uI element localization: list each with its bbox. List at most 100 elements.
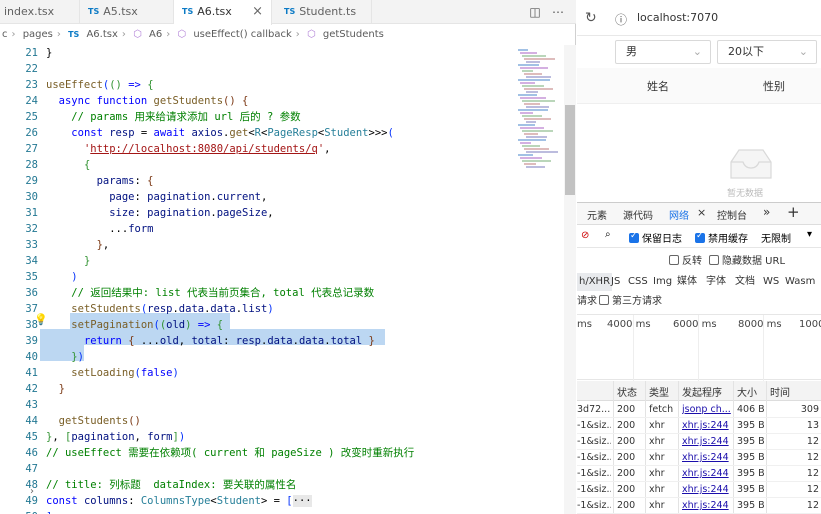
split-editor-icon[interactable]: ◫ [527, 4, 543, 20]
request-name: -1&siz... [577, 452, 611, 463]
filter-fetch-xhr[interactable]: h/XHR [577, 273, 613, 291]
filter-ws[interactable]: WS [763, 273, 779, 291]
tab-a6-tsx[interactable]: TS A6.tsx × [174, 0, 272, 25]
request-status: 200 [617, 404, 636, 415]
throttle-select[interactable]: 无限制 [761, 230, 791, 245]
request-initiator[interactable]: xhr.js:244 [682, 450, 732, 466]
request-type: xhr [649, 436, 665, 447]
line-number: 31 [25, 207, 38, 219]
request-initiator[interactable]: xhr.js:244 [682, 498, 732, 514]
clear-icon[interactable]: ⊘ [581, 230, 589, 241]
tab-index-tsx[interactable]: index.tsx [0, 0, 80, 24]
column-header-gender[interactable]: 性别 [763, 78, 785, 94]
age-select[interactable]: 20以下 ⌄ [717, 40, 817, 64]
line-number: 50 [0, 509, 38, 514]
request-initiator[interactable]: jsonp ch... [682, 402, 732, 418]
code-area[interactable]: } useEffect(() => { async function getSt… [40, 45, 516, 514]
filter-css[interactable]: CSS [628, 273, 648, 291]
refresh-icon[interactable]: ↻ [585, 10, 597, 26]
request-time: 12 [806, 468, 819, 479]
tab-network[interactable]: 网络 [669, 207, 689, 222]
info-icon[interactable]: ⓘ [615, 11, 627, 28]
invert-checkbox[interactable]: 反转 [669, 253, 702, 271]
column-header-initiator[interactable]: 发起程序 [682, 384, 722, 399]
column-header-type[interactable]: 类型 [649, 384, 669, 399]
breadcrumb-item[interactable]: getStudents [323, 29, 384, 40]
code-editor[interactable]: index.tsx TS A5.tsx TS A6.tsx × TS Student.… [0, 0, 576, 514]
more-actions-icon[interactable]: ⋯ [550, 4, 566, 20]
tab-sources[interactable]: 源代码 [623, 207, 653, 222]
column-header-size[interactable]: 大小 [737, 384, 757, 399]
line-number: 38 [25, 319, 38, 331]
third-party-checkbox[interactable]: 第三方请求 [599, 293, 662, 311]
request-size: 395 B [737, 436, 765, 447]
tab-a5-tsx[interactable]: TS A5.tsx [80, 0, 174, 24]
tab-elements[interactable]: 元素 [587, 207, 607, 222]
column-header-status[interactable]: 状态 [617, 384, 637, 399]
tab-student-ts[interactable]: TS Student.ts [272, 0, 372, 24]
dropdown-icon[interactable]: ▾ [807, 229, 812, 240]
minimap[interactable] [516, 45, 564, 514]
tab-label: A5.tsx [103, 5, 138, 18]
chevron-right-icon[interactable]: › [30, 486, 34, 497]
breadcrumb-item[interactable]: A6 [149, 29, 162, 40]
gender-select[interactable]: 男 ⌄ [615, 40, 711, 64]
request-size: 395 B [737, 452, 765, 463]
symbol-icon: ⬡ [306, 29, 316, 40]
request-initiator[interactable]: xhr.js:244 [682, 466, 732, 482]
disable-cache-checkbox[interactable]: 禁用缓存 [695, 230, 748, 245]
screen: index.tsx TS A5.tsx TS A6.tsx × TS Student.… [0, 0, 821, 514]
filter-doc[interactable]: 文档 [735, 273, 755, 291]
request-size: 406 B [737, 404, 765, 415]
request-name: -1&siz... [577, 500, 611, 511]
breadcrumb-item[interactable]: c [2, 29, 8, 40]
editor-tab-bar: index.tsx TS A5.tsx TS A6.tsx × TS Student.… [0, 0, 576, 25]
request-initiator[interactable]: xhr.js:244 [682, 418, 732, 434]
request-row[interactable]: -1&siz... 200 xhr xhr.js:244 395 B 12 [577, 434, 821, 450]
request-row[interactable]: 3d72... 200 fetch jsonp ch... 406 B 309 [577, 402, 821, 418]
breadcrumb-item[interactable]: pages [23, 29, 53, 40]
line-number-gutter: 21 22 23 24 25 26 27 28 29 30 31 32 33 34 35 36 37 38 39 40… [0, 45, 40, 514]
request-row[interactable]: -1&siz... 200 xhr xhr.js:244 395 B 12 [577, 466, 821, 482]
close-icon[interactable]: × [252, 0, 263, 24]
request-name: -1&siz... [577, 468, 611, 479]
filter-wasm[interactable]: Wasm [785, 273, 815, 291]
typescript-icon: TS [284, 7, 296, 16]
hide-data-url-checkbox[interactable]: 隐藏数据 URL [709, 253, 785, 271]
gender-select-value: 男 [626, 45, 637, 58]
line-number: 24 [25, 95, 38, 107]
column-header-name[interactable]: 姓名 [647, 78, 669, 94]
search-icon[interactable]: ⌕ [605, 229, 611, 240]
empty-inbox-icon [730, 149, 772, 179]
close-icon[interactable]: × [697, 206, 706, 219]
more-tabs-icon[interactable]: » [763, 205, 770, 219]
url-text[interactable]: localhost:7070 [637, 11, 718, 24]
request-row[interactable]: -1&siz... 200 xhr xhr.js:244 395 B 12 [577, 498, 821, 514]
request-row[interactable]: -1&siz... 200 xhr xhr.js:244 395 B 13 [577, 418, 821, 434]
add-icon[interactable]: + [787, 203, 800, 221]
network-timeline[interactable]: ms 4000 ms 6000 ms 8000 ms 1000 [577, 314, 821, 381]
request-row[interactable]: -1&siz... 200 xhr xhr.js:244 395 B 12 [577, 450, 821, 466]
typescript-icon: TS [182, 7, 194, 16]
preserve-log-checkbox[interactable]: 保留日志 [629, 230, 682, 245]
request-initiator[interactable]: xhr.js:244 [682, 434, 732, 450]
filter-js[interactable]: JS [611, 273, 620, 291]
blocked-requests-label[interactable]: 请求 [577, 293, 597, 311]
request-size: 395 B [737, 420, 765, 431]
line-number: 35 [25, 271, 38, 283]
breadcrumb-item[interactable]: A6.tsx [86, 29, 117, 40]
request-type: fetch [649, 404, 674, 415]
filter-media[interactable]: 媒体 [677, 273, 697, 291]
request-row[interactable]: -1&siz... 200 xhr xhr.js:244 395 B 12 [577, 482, 821, 498]
request-initiator[interactable]: xhr.js:244 [682, 482, 732, 498]
request-status: 200 [617, 420, 636, 431]
line-number: 28 [25, 159, 38, 171]
breadcrumb-item[interactable]: useEffect() callback [193, 29, 291, 40]
line-number: 47 [25, 463, 38, 475]
filter-options-row: 反转 隐藏数据 URL [577, 253, 821, 271]
scrollbar-thumb[interactable] [565, 105, 575, 195]
column-header-time[interactable]: 时间 [770, 384, 790, 399]
filter-img[interactable]: Img [653, 273, 672, 291]
tab-console[interactable]: 控制台 [717, 207, 747, 222]
filter-font[interactable]: 字体 [706, 273, 726, 291]
